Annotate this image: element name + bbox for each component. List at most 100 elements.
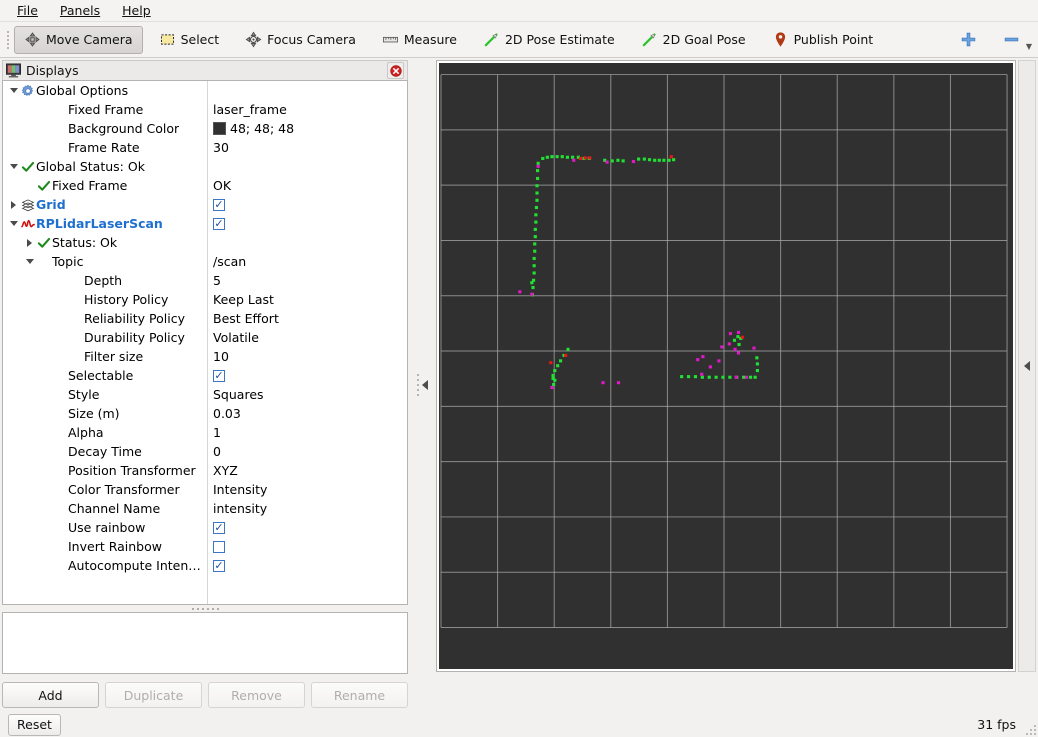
display-property-row[interactable]: Reliability Policy Best Effort xyxy=(3,309,407,328)
collapse-left-dock-icon[interactable] xyxy=(421,380,428,390)
add-tool-button[interactable] xyxy=(950,26,987,54)
display-property-row[interactable]: Frame Rate 30 xyxy=(3,138,407,157)
scan-point xyxy=(647,158,652,162)
property-value-text: 10 xyxy=(213,349,229,364)
display-property-row[interactable]: Use rainbow ✓ xyxy=(3,518,407,537)
display-property-row[interactable]: Global Status: Ok xyxy=(3,157,407,176)
display-property-row[interactable]: Style Squares xyxy=(3,385,407,404)
tool-publish-point[interactable]: Publish Point xyxy=(762,26,884,54)
toolbar-overflow-arrow[interactable]: ▼ xyxy=(1026,42,1032,54)
property-value-cell[interactable]: 0 xyxy=(207,444,407,459)
collapse-right-dock-icon[interactable] xyxy=(1024,361,1030,371)
display-property-row[interactable]: Invert Rainbow xyxy=(3,537,407,556)
menu-panels[interactable]: Panels xyxy=(51,1,109,21)
scan-point xyxy=(714,375,718,379)
chevron-down-icon[interactable] xyxy=(23,259,36,264)
property-value-cell[interactable]: Squares xyxy=(207,387,407,402)
chevron-right-icon[interactable] xyxy=(7,201,20,209)
close-displays-button[interactable] xyxy=(387,62,404,79)
chevron-down-icon[interactable] xyxy=(7,221,20,226)
display-property-row[interactable]: Topic/scan xyxy=(3,252,407,271)
property-value-cell[interactable]: 0.03 xyxy=(207,406,407,421)
duplicate-display-button[interactable]: Duplicate xyxy=(105,682,202,708)
display-property-row[interactable]: Fixed Frame laser_frame xyxy=(3,100,407,119)
display-property-row[interactable]: Grid ✓ xyxy=(3,195,407,214)
property-value-cell[interactable]: 48; 48; 48 xyxy=(207,121,407,136)
add-display-button[interactable]: Add xyxy=(2,682,99,708)
display-property-row[interactable]: Color Transformer Intensity xyxy=(3,480,407,499)
remove-tool-button[interactable] xyxy=(993,26,1030,54)
property-value-cell[interactable]: Best Effort xyxy=(207,311,407,326)
property-value-cell[interactable] xyxy=(207,540,407,553)
display-property-row[interactable]: Position Transformer XYZ xyxy=(3,461,407,480)
property-value-cell[interactable]: ✓ xyxy=(207,559,407,572)
menu-help[interactable]: Help xyxy=(113,1,160,21)
displays-button-row: Add Duplicate Remove Rename xyxy=(2,680,408,710)
chevron-down-icon[interactable] xyxy=(7,88,20,93)
tool-2d-goal-pose[interactable]: 2D Goal Pose xyxy=(631,26,756,54)
property-value-cell[interactable]: 1 xyxy=(207,425,407,440)
tool-focus-camera[interactable]: Focus Camera xyxy=(235,26,366,54)
tool-select[interactable]: Select xyxy=(149,26,230,54)
tool-2d-goal-pose-label: 2D Goal Pose xyxy=(662,32,746,47)
property-label: Position Transformer xyxy=(68,463,196,478)
display-property-row[interactable]: Channel Name intensity xyxy=(3,499,407,518)
property-checkbox[interactable]: ✓ xyxy=(213,198,225,211)
property-checkbox[interactable]: ✓ xyxy=(213,217,225,230)
tool-2d-pose-estimate[interactable]: 2D Pose Estimate xyxy=(473,26,625,54)
remove-display-button[interactable]: Remove xyxy=(208,682,305,708)
property-value-cell[interactable]: Intensity xyxy=(207,482,407,497)
display-property-row[interactable]: Autocompute Intens… ✓ xyxy=(3,556,407,575)
panel-horizontal-splitter[interactable] xyxy=(2,605,408,612)
property-value-cell[interactable]: OK xyxy=(207,178,407,193)
scan-point xyxy=(667,158,671,162)
chevron-down-icon[interactable] xyxy=(7,164,20,169)
reset-button[interactable]: Reset xyxy=(8,713,61,736)
property-value-cell[interactable]: intensity xyxy=(207,501,407,516)
property-value-cell[interactable]: ✓ xyxy=(207,217,407,230)
property-value-cell[interactable]: 30 xyxy=(207,140,407,155)
property-value-cell[interactable]: 10 xyxy=(207,349,407,364)
display-property-row[interactable]: Filter size 10 xyxy=(3,347,407,366)
resize-grip[interactable] xyxy=(1024,723,1036,735)
display-property-row[interactable]: Durability Policy Volatile xyxy=(3,328,407,347)
display-property-row[interactable]: Depth 5 xyxy=(3,271,407,290)
property-label: RPLidarLaserScan xyxy=(36,216,163,231)
property-value-cell[interactable]: ✓ xyxy=(207,369,407,382)
tool-measure[interactable]: Measure xyxy=(372,26,467,54)
display-property-row[interactable]: Size (m) 0.03 xyxy=(3,404,407,423)
plus-icon xyxy=(961,32,976,47)
display-property-row[interactable]: Selectable ✓ xyxy=(3,366,407,385)
property-value-cell[interactable]: 5 xyxy=(207,273,407,288)
property-value-cell[interactable]: /scan xyxy=(207,254,407,269)
property-checkbox[interactable]: ✓ xyxy=(213,369,225,382)
property-checkbox[interactable]: ✓ xyxy=(213,521,225,534)
display-property-row[interactable]: RPLidarLaserScan ✓ xyxy=(3,214,407,233)
property-value-cell[interactable]: ✓ xyxy=(207,198,407,211)
display-property-row[interactable]: Decay Time 0 xyxy=(3,442,407,461)
tool-move-camera[interactable]: Move Camera xyxy=(14,25,143,54)
property-value-cell[interactable]: Keep Last xyxy=(207,292,407,307)
render-view-3d[interactable] xyxy=(439,63,1013,669)
displays-tree[interactable]: Global Options Fixed Frame laser_frame Back… xyxy=(2,80,408,605)
display-property-row[interactable]: Global Options xyxy=(3,81,407,100)
menu-file[interactable]: File xyxy=(8,1,47,21)
display-property-row[interactable]: Status: Ok xyxy=(3,233,407,252)
toolbar-grip[interactable] xyxy=(4,29,12,51)
display-property-row[interactable]: Alpha 1 xyxy=(3,423,407,442)
color-swatch[interactable] xyxy=(213,122,226,135)
property-value-cell[interactable]: Volatile xyxy=(207,330,407,345)
property-value-cell[interactable]: laser_frame xyxy=(207,102,407,117)
property-checkbox[interactable] xyxy=(213,540,225,553)
property-value-cell[interactable]: XYZ xyxy=(207,463,407,478)
scan-point xyxy=(653,158,657,162)
dock-vertical-splitter[interactable] xyxy=(410,60,434,710)
display-property-row[interactable]: Background Color 48; 48; 48 xyxy=(3,119,407,138)
rename-display-button[interactable]: Rename xyxy=(311,682,408,708)
property-value-cell[interactable]: ✓ xyxy=(207,521,407,534)
display-property-row[interactable]: History Policy Keep Last xyxy=(3,290,407,309)
property-checkbox[interactable]: ✓ xyxy=(213,559,225,572)
chevron-right-icon[interactable] xyxy=(23,239,36,247)
display-property-row[interactable]: Fixed Frame OK xyxy=(3,176,407,195)
right-dock-splitter[interactable] xyxy=(1018,60,1036,672)
